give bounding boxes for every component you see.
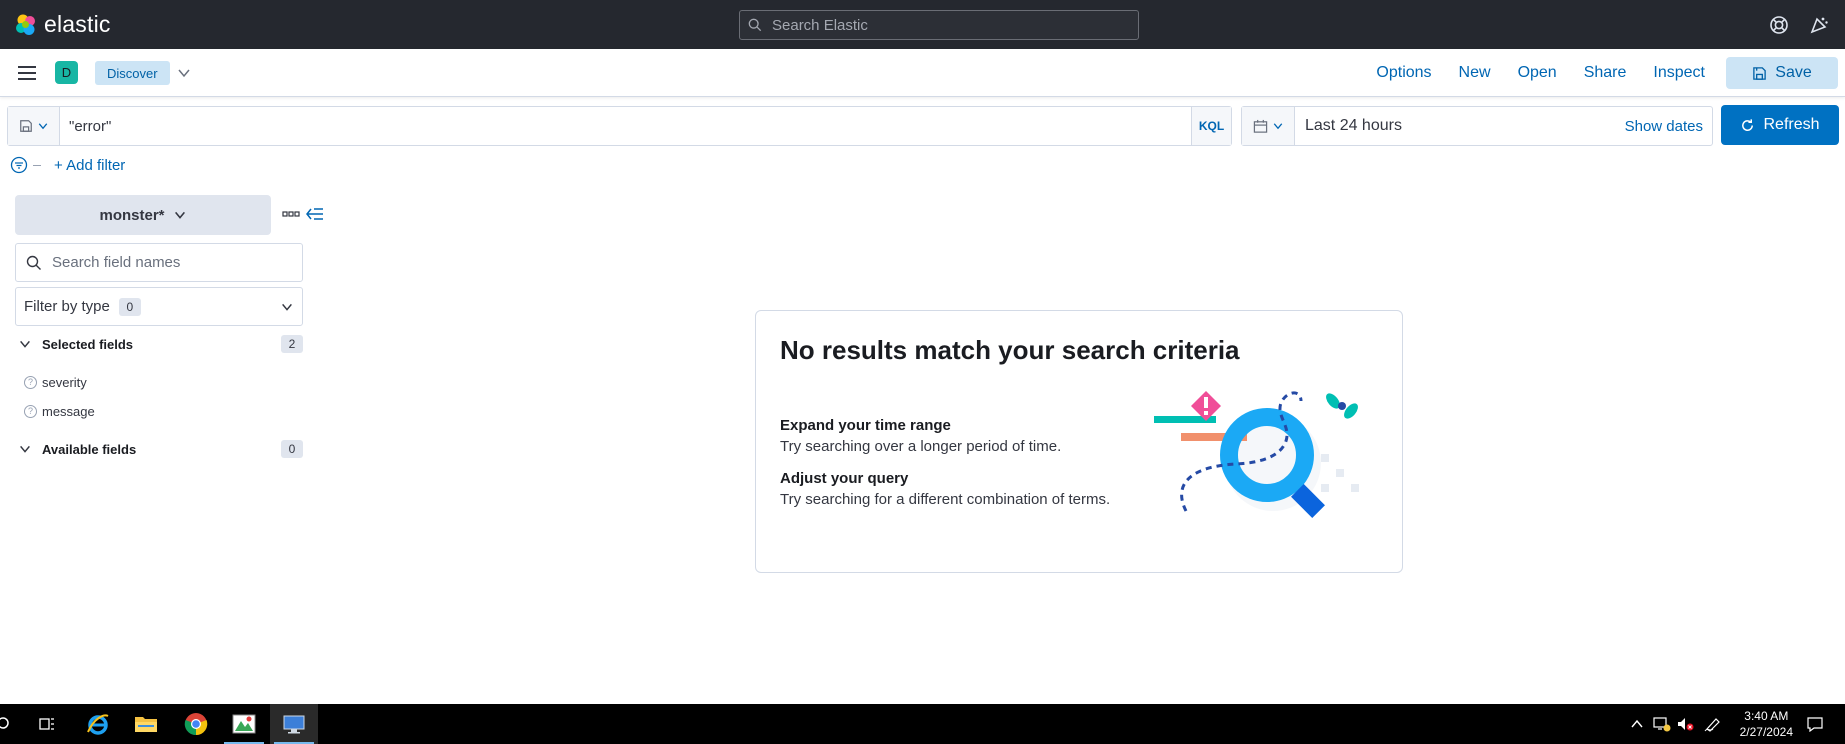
search-icon xyxy=(26,255,41,270)
open-link[interactable]: Open xyxy=(1518,64,1557,82)
filter-by-type-dropdown[interactable]: Filter by type 0 xyxy=(15,287,303,326)
refresh-button[interactable]: Refresh xyxy=(1721,105,1839,145)
elastic-logo[interactable]: elastic xyxy=(14,11,111,38)
chevron-up-icon[interactable] xyxy=(1630,718,1644,730)
global-search[interactable] xyxy=(739,10,1139,40)
chevron-down-icon[interactable] xyxy=(176,65,192,81)
search-icon xyxy=(0,717,9,729)
chevron-down-icon xyxy=(20,340,30,348)
save-icon xyxy=(1753,66,1767,80)
logo-text: elastic xyxy=(44,11,111,37)
monitor-icon xyxy=(283,715,305,734)
chevron-down-icon xyxy=(282,303,292,311)
pen-icon[interactable] xyxy=(1704,716,1722,732)
more-options-icon[interactable] xyxy=(281,206,301,222)
inspect-link[interactable]: Inspect xyxy=(1653,64,1705,82)
hamburger-menu-icon[interactable] xyxy=(16,63,38,83)
internet-explorer-button[interactable] xyxy=(74,704,122,744)
share-link[interactable]: Share xyxy=(1584,64,1627,82)
top-nav-menu: Options New Open Share Inspect Save xyxy=(1376,49,1845,97)
search-icon xyxy=(748,18,762,32)
field-name: severity xyxy=(42,374,87,390)
refresh-icon xyxy=(1742,118,1754,131)
new-link[interactable]: New xyxy=(1459,64,1491,82)
global-header: elastic xyxy=(0,0,1845,49)
internet-explorer-icon xyxy=(87,714,109,735)
filter-by-type-label: Filter by type xyxy=(24,298,110,315)
save-button[interactable]: Save xyxy=(1726,57,1838,89)
remote-desktop-button[interactable] xyxy=(270,704,318,744)
chevron-down-icon xyxy=(20,445,30,453)
snipping-app-button[interactable] xyxy=(220,704,268,744)
system-clock[interactable]: 3:40 AM 2/27/2024 xyxy=(1740,708,1793,740)
selected-fields-header[interactable]: Selected fields 2 xyxy=(18,333,303,355)
file-explorer-button[interactable] xyxy=(122,704,170,744)
paint-app-icon xyxy=(232,714,256,734)
add-filter-button[interactable]: + Add filter xyxy=(54,157,125,174)
query-bar: KQL xyxy=(7,106,1232,146)
tip-adjust-query-title: Adjust your query xyxy=(780,470,909,487)
show-dates-link[interactable]: Show dates xyxy=(1625,118,1703,135)
app-bar: D Discover Options New Open Share Inspec… xyxy=(0,49,1845,97)
available-fields-count: 0 xyxy=(281,440,303,458)
time-range-value[interactable]: Last 24 hours xyxy=(1295,117,1625,135)
tip-expand-time-text: Try searching over a longer period of ti… xyxy=(780,438,1062,455)
folder-icon xyxy=(135,717,157,732)
index-pattern-label: monster* xyxy=(99,206,165,224)
filter-type-count: 0 xyxy=(118,297,141,316)
field-search[interactable] xyxy=(15,243,303,282)
chevron-down-icon xyxy=(1273,123,1282,130)
index-pattern-selector[interactable]: monster* xyxy=(15,195,271,235)
network-icon[interactable] xyxy=(1653,716,1671,732)
task-view-icon xyxy=(39,718,54,730)
windows-taskbar: 3:40 AM 2/27/2024 xyxy=(0,704,1845,744)
chevron-down-icon xyxy=(38,123,47,130)
selected-fields-title: Selected fields xyxy=(42,336,134,352)
no-results-panel: No results match your search criteria Ex… xyxy=(755,310,1403,573)
tip-expand-time-title: Expand your time range xyxy=(780,417,951,434)
global-search-input[interactable] xyxy=(772,16,1112,34)
collapse-sidebar-icon[interactable] xyxy=(305,206,325,222)
task-view-button[interactable] xyxy=(23,704,71,744)
field-search-input[interactable] xyxy=(52,254,292,271)
saved-query-menu[interactable] xyxy=(8,107,60,145)
space-avatar[interactable]: D xyxy=(55,61,78,84)
options-link[interactable]: Options xyxy=(1376,64,1431,82)
query-language-button[interactable]: KQL xyxy=(1191,107,1231,145)
newsfeed-icon[interactable] xyxy=(1808,14,1830,36)
field-item-severity[interactable]: ? severity xyxy=(24,372,87,392)
field-name: message xyxy=(42,403,95,419)
chevron-down-icon xyxy=(174,211,185,219)
unknown-field-type-icon: ? xyxy=(24,404,37,418)
refresh-label: Refresh xyxy=(1763,116,1820,133)
notifications-icon[interactable] xyxy=(1806,716,1824,732)
field-item-message[interactable]: ? message xyxy=(24,401,95,421)
quick-date-menu[interactable] xyxy=(1242,107,1295,145)
breadcrumb-discover[interactable]: Discover xyxy=(95,61,170,85)
chrome-button[interactable] xyxy=(172,704,220,744)
save-label: Save xyxy=(1775,64,1812,81)
tip-adjust-query-text: Try searching for a different combinatio… xyxy=(780,491,1111,508)
selected-fields-count: 2 xyxy=(281,335,303,353)
elastic-logo-icon xyxy=(16,14,35,35)
filter-divider xyxy=(33,164,41,166)
date-picker: Last 24 hours Show dates xyxy=(1241,106,1713,146)
filter-row: + Add filter xyxy=(10,156,125,174)
chrome-icon xyxy=(184,713,208,736)
calendar-icon xyxy=(1253,119,1267,133)
available-fields-header[interactable]: Available fields 0 xyxy=(18,438,303,460)
available-fields-title: Available fields xyxy=(42,441,137,457)
query-input[interactable] xyxy=(60,107,1191,145)
unknown-field-type-icon: ? xyxy=(24,375,37,389)
clock-time: 3:40 AM xyxy=(1744,709,1789,723)
saved-query-icon xyxy=(19,120,32,132)
filter-options-icon[interactable] xyxy=(10,156,28,174)
clock-date: 2/27/2024 xyxy=(1739,725,1793,739)
volume-muted-icon[interactable] xyxy=(1676,716,1694,732)
no-results-illustration xyxy=(1154,391,1359,518)
no-results-title: No results match your search criteria xyxy=(780,335,1240,365)
help-icon[interactable] xyxy=(1768,14,1790,36)
